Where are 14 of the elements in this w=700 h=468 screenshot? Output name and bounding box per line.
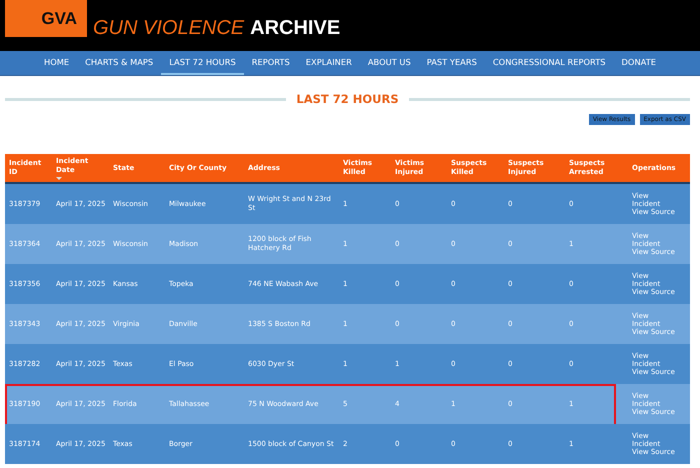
nav-link[interactable]: PAST YEARS [418,51,485,75]
nav-link[interactable]: ABOUT US [360,51,419,75]
nav-link[interactable]: CHARTS & MAPS [77,51,162,75]
nav-link[interactable]: EXPLAINER [298,51,360,75]
sort-caret-icon[interactable] [56,176,62,180]
logo-badge[interactable]: GVA [5,0,87,37]
site-title: ARCHIVE [250,17,340,40]
site-title: GUN VIOLENCE [93,17,244,40]
nav-link[interactable]: CONGRESSIONAL REPORTS [484,51,614,75]
nav-link[interactable]: HOME [36,51,78,75]
page-title: LAST 72 HOURS [296,92,399,106]
nav-link[interactable]: LAST 72 HOURS [161,51,244,75]
nav-link[interactable]: REPORTS [244,51,298,75]
nav-link[interactable]: DONATE [614,51,664,75]
